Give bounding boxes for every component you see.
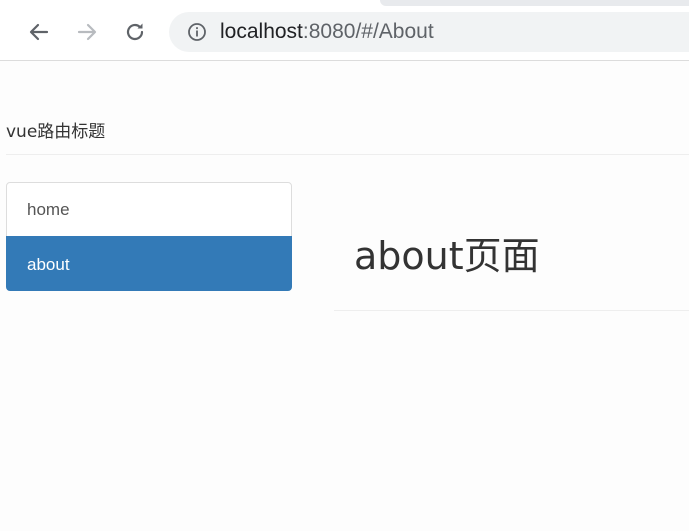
tab-strip <box>380 0 689 6</box>
content-divider <box>334 310 689 311</box>
address-bar[interactable]: localhost:8080/#/About <box>169 12 689 52</box>
info-icon[interactable] <box>187 22 207 42</box>
url-host: localhost <box>220 20 303 43</box>
browser-toolbar: localhost:8080/#/About <box>0 0 689 61</box>
nav-item-home[interactable]: home <box>6 182 292 237</box>
back-button[interactable] <box>23 16 55 48</box>
nav-list: home about <box>6 182 292 291</box>
reload-button[interactable] <box>119 16 151 48</box>
title-divider <box>6 154 689 155</box>
forward-button[interactable] <box>71 16 103 48</box>
url-text[interactable]: localhost:8080/#/About <box>220 20 434 44</box>
reload-icon <box>124 21 146 43</box>
nav-item-about[interactable]: about <box>6 236 292 291</box>
url-path: :8080/#/About <box>302 20 434 43</box>
forward-arrow-icon <box>76 21 98 43</box>
back-arrow-icon <box>28 21 50 43</box>
page-title: about页面 <box>354 234 540 278</box>
app-title: vue路由标题 <box>6 122 106 142</box>
